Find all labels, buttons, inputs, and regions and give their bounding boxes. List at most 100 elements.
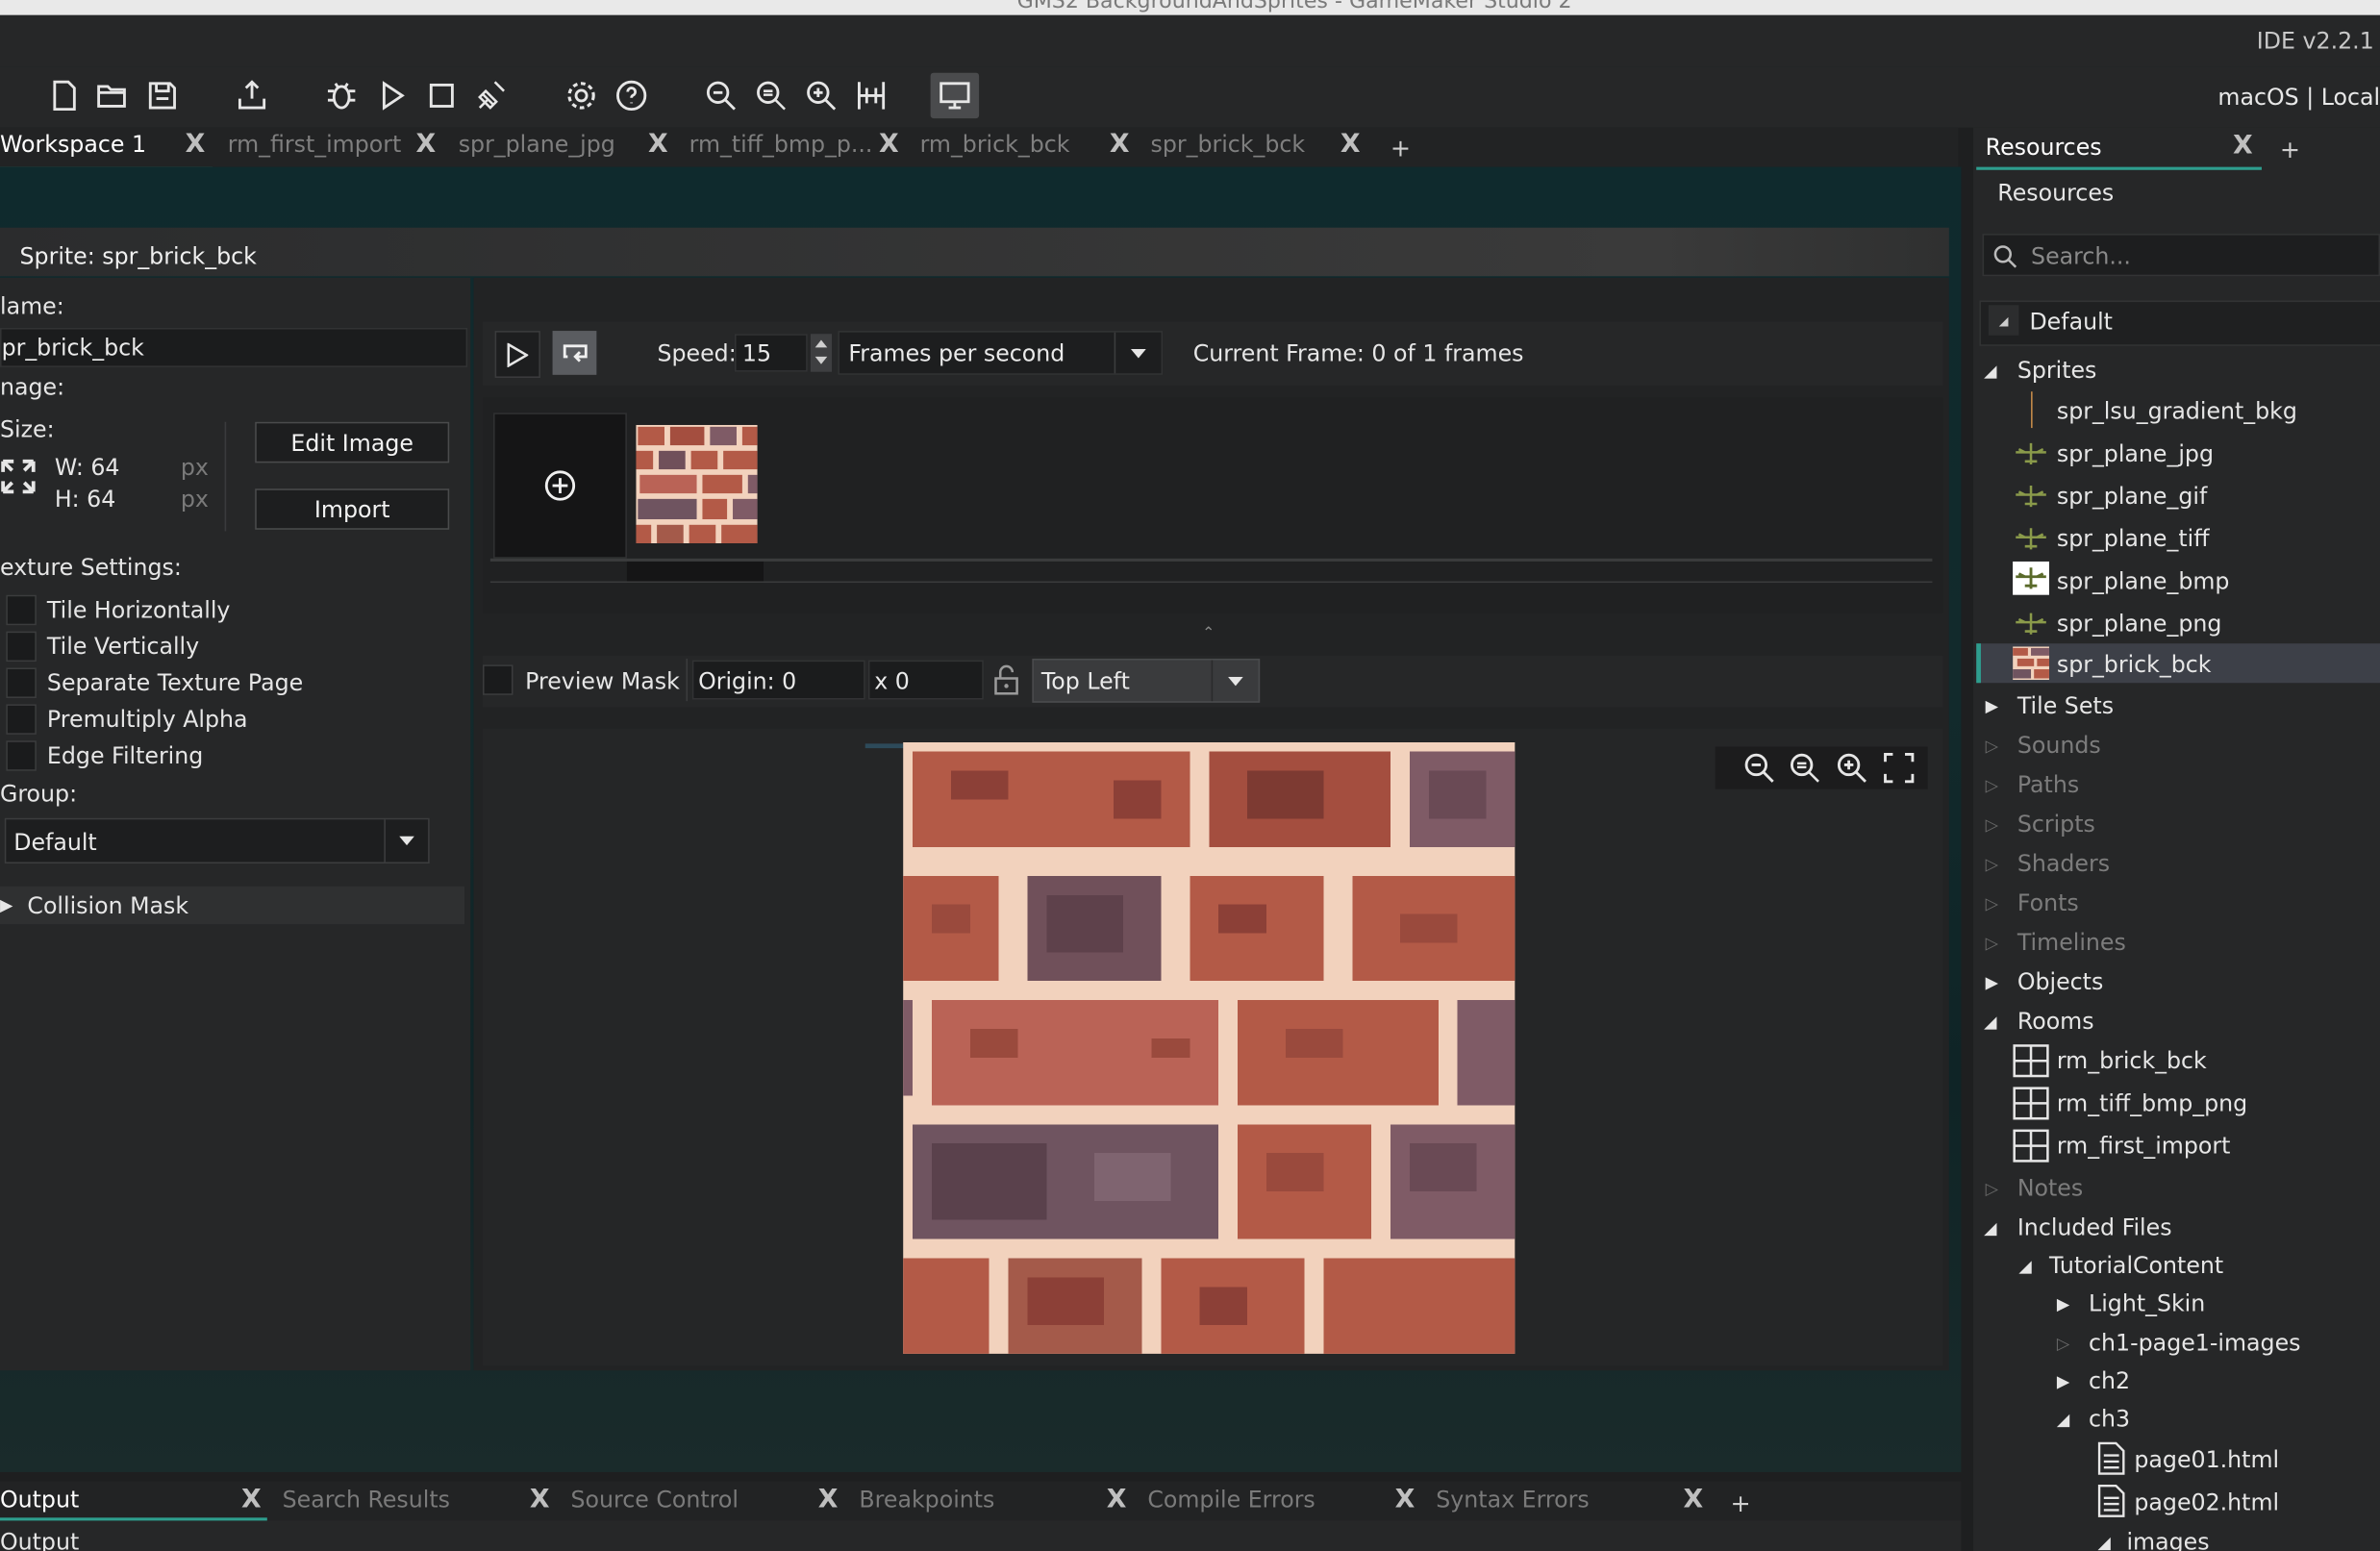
speed-stepper[interactable]	[810, 334, 833, 372]
zoom-reset-icon[interactable]	[750, 73, 792, 118]
tree-notes[interactable]: Notes	[2017, 1175, 2083, 1202]
tab-search-results[interactable]: Search Results	[283, 1486, 450, 1513]
close-icon[interactable]: X	[818, 1485, 839, 1515]
edge-filtering-checkbox[interactable]	[6, 740, 37, 771]
debug-icon[interactable]	[320, 73, 363, 118]
premultiply-alpha-checkbox[interactable]	[6, 704, 37, 735]
timeline-frame-marker[interactable]	[626, 561, 764, 584]
close-icon[interactable]: X	[1110, 129, 1130, 160]
close-icon[interactable]: X	[1684, 1485, 1704, 1515]
tab-workspace-1[interactable]: Workspace 1	[0, 131, 213, 170]
tree-sprite-item[interactable]: spr_plane_jpg	[2057, 440, 2214, 467]
chevron-down-icon[interactable]	[1211, 660, 1259, 702]
expanded-arrow-icon[interactable]: ◢	[2097, 1533, 2110, 1551]
tree-timelines[interactable]: Timelines	[2017, 929, 2126, 956]
separate-texture-checkbox[interactable]	[6, 667, 37, 699]
tree-room-item[interactable]: rm_first_import	[2057, 1132, 2231, 1159]
collapsed-arrow-icon[interactable]: ▷	[1986, 815, 1998, 836]
zoom-in-icon[interactable]	[1831, 745, 1873, 790]
close-icon[interactable]: X	[1107, 1485, 1127, 1515]
close-icon[interactable]: X	[1340, 129, 1361, 160]
tree-folder[interactable]: ch2	[2089, 1367, 2130, 1394]
close-icon[interactable]: X	[1395, 1485, 1415, 1515]
monitor-icon[interactable]	[930, 72, 980, 119]
tree-paths[interactable]: Paths	[2017, 771, 2079, 798]
speed-field[interactable]: 15	[734, 334, 808, 372]
preview-mask-checkbox[interactable]	[482, 664, 514, 695]
new-file-icon[interactable]	[42, 73, 85, 118]
collapsed-arrow-icon[interactable]: ▷	[1986, 855, 1998, 875]
save-icon[interactable]	[141, 73, 184, 118]
tab-syntax-errors[interactable]: Syntax Errors	[1436, 1486, 1589, 1513]
tile-vertically-checkbox[interactable]	[6, 631, 37, 663]
collapsed-arrow-icon[interactable]: ▷	[1986, 894, 1998, 914]
sprite-name-field[interactable]: pr_brick_bck	[0, 327, 468, 367]
play-icon[interactable]	[494, 331, 540, 378]
help-icon[interactable]	[611, 73, 653, 118]
tree-included-files[interactable]: Included Files	[2017, 1214, 2172, 1241]
chevron-down-icon[interactable]	[1114, 332, 1162, 374]
frame-thumbnail[interactable]	[636, 424, 758, 544]
chevron-down-icon[interactable]	[384, 819, 428, 863]
tree-shaders[interactable]: Shaders	[2017, 850, 2110, 877]
tab-compile-errors[interactable]: Compile Errors	[1147, 1486, 1315, 1513]
sprite-image[interactable]	[903, 741, 1516, 1354]
tree-folder[interactable]: Light_Skin	[2089, 1290, 2205, 1317]
fullscreen-icon[interactable]	[1878, 745, 1920, 790]
tree-tile-sets[interactable]: Tile Sets	[2017, 692, 2114, 719]
tree-folder[interactable]: TutorialContent	[2049, 1252, 2223, 1279]
collapsed-arrow-icon[interactable]: ▶	[1986, 973, 1998, 993]
close-icon[interactable]: X	[241, 1485, 262, 1515]
zoom-reset-icon[interactable]	[1784, 745, 1826, 790]
zoom-out-icon[interactable]	[1738, 745, 1780, 790]
target-platform[interactable]: macOS | Local	[2217, 84, 2380, 111]
tree-sprite-item[interactable]: spr_plane_bmp	[2057, 567, 2230, 594]
export-icon[interactable]	[231, 73, 273, 118]
zoom-out-icon[interactable]	[700, 73, 742, 118]
tab-rm-brick-bck[interactable]: rm_brick_bck	[920, 131, 1070, 167]
tree-fonts[interactable]: Fonts	[2017, 889, 2079, 916]
tree-objects[interactable]: Objects	[2017, 968, 2103, 995]
splitter-handle-icon[interactable]: ⌃	[1202, 625, 1215, 641]
expanded-arrow-icon[interactable]: ◢	[2057, 1410, 2069, 1430]
add-tab-icon[interactable]: +	[2280, 135, 2300, 163]
expanded-arrow-icon[interactable]: ◢	[2018, 1257, 2031, 1277]
collapsed-arrow-icon[interactable]: ▷	[1986, 736, 1998, 756]
tree-sprite-item[interactable]: spr_plane_gif	[2057, 483, 2207, 510]
expand-arrow-icon[interactable]: ▶	[0, 895, 13, 915]
loop-icon[interactable]	[552, 331, 597, 375]
add-tab-icon[interactable]: +	[1390, 134, 1411, 163]
collapsed-arrow-icon[interactable]: ▶	[2057, 1372, 2069, 1392]
tree-room-item[interactable]: rm_tiff_bmp_png	[2057, 1089, 2247, 1116]
tab-output[interactable]: Output	[0, 1486, 267, 1521]
edit-image-button[interactable]: Edit Image	[255, 421, 450, 463]
tree-sprites[interactable]: Sprites	[2017, 357, 2097, 384]
collapse-icon[interactable]: ◢	[1988, 305, 2019, 336]
close-icon[interactable]: X	[186, 129, 206, 160]
tree-sounds[interactable]: Sounds	[2017, 732, 2101, 759]
close-icon[interactable]: X	[530, 1485, 550, 1515]
collapsed-arrow-icon[interactable]: ▶	[2057, 1294, 2069, 1314]
tree-sprite-item[interactable]: spr_plane_png	[2057, 610, 2222, 637]
import-button[interactable]: Import	[255, 488, 450, 530]
speed-mode-select[interactable]: Frames per second	[838, 331, 1164, 375]
tree-room-item[interactable]: rm_brick_bck	[2057, 1047, 2207, 1074]
tree-file-item[interactable]: page02.html	[2134, 1488, 2279, 1515]
collapsed-arrow-icon[interactable]: ▷	[1986, 934, 1998, 954]
tab-rm-tiff-bmp[interactable]: rm_tiff_bmp_p...	[689, 131, 873, 167]
tab-spr-plane-jpg[interactable]: spr_plane_jpg	[459, 131, 615, 167]
add-frame-button[interactable]	[493, 413, 627, 559]
collapsed-arrow-icon[interactable]: ▶	[1986, 696, 1998, 716]
search-input[interactable]: Search...	[1982, 234, 2380, 277]
zoom-in-icon[interactable]	[800, 73, 842, 118]
tree-folder[interactable]: images	[2126, 1528, 2209, 1551]
collapsed-arrow-icon[interactable]: ▷	[1986, 776, 1998, 796]
resize-icon[interactable]	[0, 459, 37, 495]
tree-folder[interactable]: ch3	[2089, 1406, 2130, 1433]
layout-icon[interactable]	[850, 73, 892, 118]
tree-sprite-item-selected[interactable]: spr_brick_bck	[2057, 651, 2212, 678]
collapsed-arrow-icon[interactable]: ▷	[2057, 1334, 2069, 1354]
origin-x-field[interactable]: Origin: 0	[691, 660, 865, 700]
tree-rooms[interactable]: Rooms	[2017, 1008, 2094, 1035]
tree-file-item[interactable]: page01.html	[2134, 1446, 2279, 1473]
